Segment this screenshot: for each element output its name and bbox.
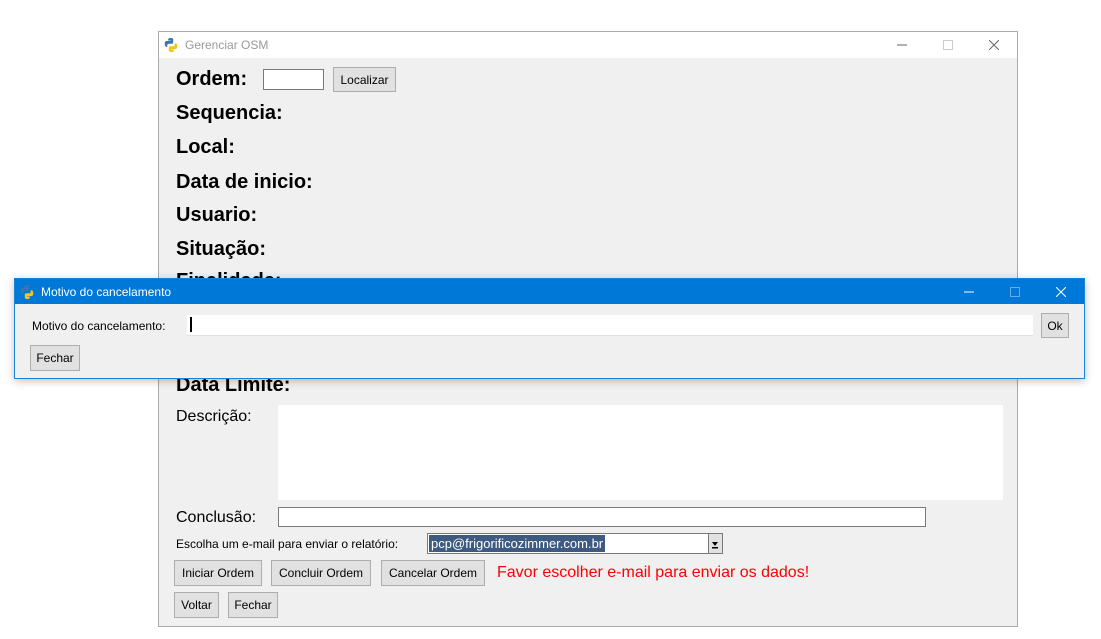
conclusao-label: Conclusão: xyxy=(176,509,257,526)
ordem-label: Ordem: xyxy=(176,68,248,90)
close-button[interactable] xyxy=(971,32,1017,58)
dialog-titlebar[interactable]: Motivo do cancelamento xyxy=(15,279,1084,304)
dialog-close-button[interactable] xyxy=(1038,279,1084,304)
descricao-label: Descrição: xyxy=(176,408,252,425)
conclusao-input[interactable] xyxy=(278,507,926,527)
concluir-ordem-button[interactable]: Concluir Ordem xyxy=(271,560,371,586)
ordem-input[interactable] xyxy=(263,69,324,90)
dropdown-arrow-icon[interactable] xyxy=(708,534,722,553)
email-selected-value: pcp@frigorificozimmer.com.br xyxy=(429,535,606,552)
maximize-icon xyxy=(1010,286,1020,297)
close-icon xyxy=(1056,286,1066,297)
python-icon xyxy=(19,284,35,300)
text-cursor xyxy=(190,317,192,332)
dialog-title: Motivo do cancelamento xyxy=(41,284,172,299)
close-icon xyxy=(989,40,999,50)
ok-button[interactable]: Ok xyxy=(1041,313,1069,338)
minimize-icon xyxy=(897,44,907,46)
maximize-button[interactable] xyxy=(925,32,971,58)
local-label: Local: xyxy=(176,136,235,158)
usuario-label: Usuario: xyxy=(176,204,258,226)
main-window-title: Gerenciar OSM xyxy=(185,38,269,52)
sequencia-label: Sequencia: xyxy=(176,102,283,124)
dialog-minimize-button[interactable] xyxy=(946,279,992,304)
main-titlebar[interactable]: Gerenciar OSM xyxy=(159,32,1017,58)
localizar-button[interactable]: Localizar xyxy=(333,67,396,92)
email-label: Escolha um e-mail para enviar o relatóri… xyxy=(176,537,399,551)
motivo-input[interactable] xyxy=(187,315,1033,336)
python-icon xyxy=(163,37,179,53)
dialog-maximize-button[interactable] xyxy=(992,279,1038,304)
fechar-main-button[interactable]: Fechar xyxy=(228,592,278,618)
email-select[interactable]: pcp@frigorificozimmer.com.br xyxy=(427,533,723,554)
maximize-icon xyxy=(943,40,953,50)
descricao-textarea[interactable] xyxy=(278,405,1003,500)
cancelar-ordem-button[interactable]: Cancelar Ordem xyxy=(381,560,485,586)
dialog-fechar-button[interactable]: Fechar xyxy=(30,345,80,371)
iniciar-ordem-button[interactable]: Iniciar Ordem xyxy=(174,560,262,586)
situacao-label: Situação: xyxy=(176,238,267,260)
voltar-button[interactable]: Voltar xyxy=(174,592,219,618)
minimize-icon xyxy=(964,291,974,292)
motivo-label: Motivo do cancelamento: xyxy=(32,319,166,333)
minimize-button[interactable] xyxy=(879,32,925,58)
cancel-reason-dialog: Motivo do cancelamento Motivo do cancela… xyxy=(14,278,1085,379)
warning-text: Favor escolher e-mail para enviar os dad… xyxy=(497,564,810,581)
data-inicio-label: Data de inicio: xyxy=(176,171,313,193)
